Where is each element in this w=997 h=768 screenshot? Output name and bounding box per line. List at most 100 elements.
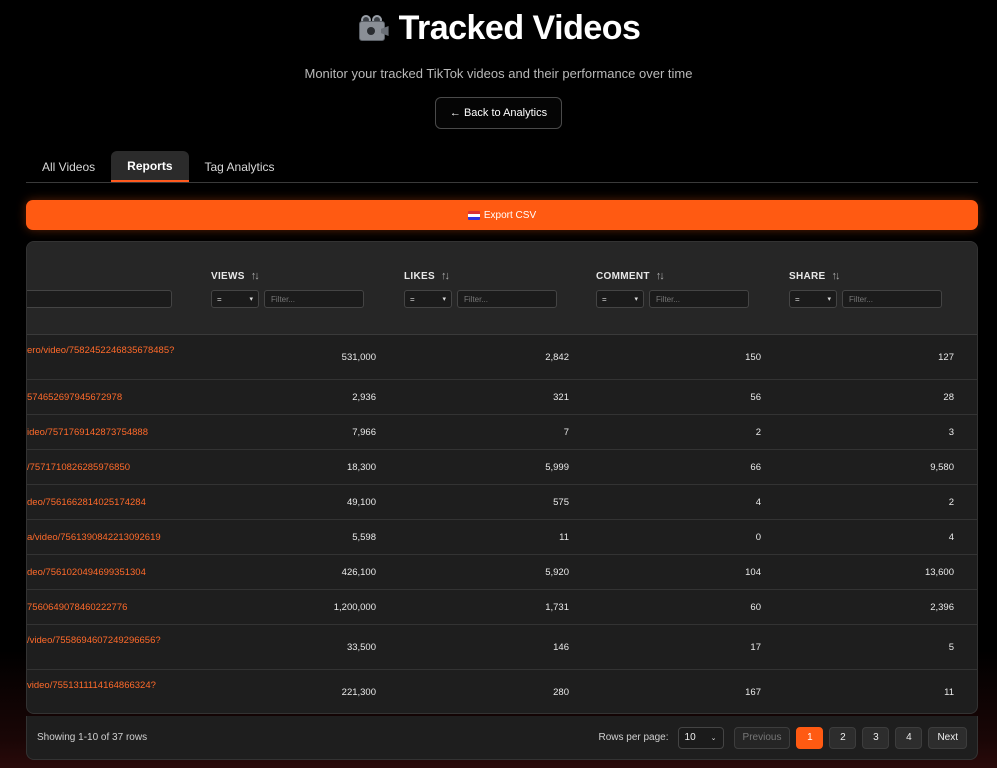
filter-operator-select[interactable]: = ▾ — [596, 290, 644, 308]
pagination-bar: Showing 1-10 of 37 rows Rows per page: 1… — [26, 716, 978, 760]
likes-cell: 5,999 — [545, 461, 569, 473]
comment-cell: 0 — [755, 531, 761, 543]
page-2-button[interactable]: 2 — [829, 726, 857, 749]
back-to-analytics-button[interactable]: ← Back to Analytics — [434, 97, 563, 129]
comment-cell: 66 — [750, 461, 761, 473]
page-header: Tracked Videos Monitor your tracked TikT… — [0, 0, 997, 129]
table-row: 574652697945672978 2,936 321 56 28 — [27, 380, 977, 415]
likes-cell: 5,920 — [545, 566, 569, 578]
share-cell: 3 — [948, 426, 954, 438]
views-cell: 531,000 — [341, 351, 376, 363]
filter-input-share[interactable]: Filter... — [842, 290, 942, 308]
share-cell: 9,580 — [930, 461, 954, 473]
views-cell: 426,100 — [341, 566, 376, 578]
tab-all-videos[interactable]: All Videos — [26, 151, 111, 182]
rows-per-page-value: 10 — [684, 732, 696, 743]
likes-cell: 1,731 — [545, 601, 569, 613]
filter-operator-value: = — [217, 294, 222, 304]
table-body: ero/video/7582452246835678485? 531,000 2,8… — [27, 335, 977, 713]
share-cell: 4 — [948, 531, 954, 543]
filter-input-likes[interactable]: Filter... — [457, 290, 557, 308]
likes-cell: 146 — [553, 641, 569, 653]
comment-cell: 60 — [750, 601, 761, 613]
page-3-button[interactable]: 3 — [862, 726, 890, 749]
filter-operator-value: = — [410, 294, 415, 304]
video-url-link[interactable]: /7571710826285976850 — [27, 462, 130, 473]
sort-icon[interactable]: ↑↓ — [656, 270, 665, 282]
likes-cell: 7 — [563, 426, 569, 438]
column-label: LIKES — [404, 270, 435, 282]
column-header-comment[interactable]: COMMENT ↑↓ — [596, 270, 665, 282]
filter-input-comment[interactable]: Filter... — [649, 290, 749, 308]
page-title: Tracked Videos — [398, 8, 641, 47]
video-url-link[interactable]: ero/video/7582452246835678485? — [27, 345, 174, 356]
export-csv-label: Export CSV — [483, 209, 537, 221]
filter-operator-select[interactable]: = ▾ — [211, 290, 259, 308]
share-cell: 2,396 — [930, 601, 954, 613]
likes-cell: 575 — [553, 496, 569, 508]
sort-icon[interactable]: ↑↓ — [832, 270, 841, 282]
likes-cell: 2,842 — [545, 351, 569, 363]
table-row: ero/video/7582452246835678485? 531,000 2,8… — [27, 335, 977, 380]
share-cell: 127 — [938, 351, 954, 363]
rows-per-page-label: Rows per page: — [598, 732, 669, 743]
column-header-likes[interactable]: LIKES ↑↓ — [404, 270, 450, 282]
share-cell: 2 — [948, 496, 954, 508]
video-camera-icon — [357, 13, 391, 43]
tab-tag-analytics[interactable]: Tag Analytics — [189, 151, 291, 182]
views-cell: 2,936 — [352, 391, 376, 403]
title-row: Tracked Videos — [0, 8, 997, 47]
column-label: VIEWS — [211, 270, 245, 282]
video-url-link[interactable]: 574652697945672978 — [27, 392, 122, 403]
filter-row-comment: = ▾ Filter... — [596, 290, 749, 308]
url-filter-input[interactable] — [27, 290, 172, 308]
next-page-button[interactable]: Next — [928, 726, 967, 749]
page-4-button[interactable]: 4 — [895, 726, 923, 749]
video-url-link[interactable]: deo/7561020494699351304 — [27, 567, 146, 578]
share-cell: 11 — [944, 686, 954, 698]
rows-showing-text: Showing 1-10 of 37 rows — [37, 732, 148, 743]
caret-down-icon: ▾ — [249, 296, 253, 303]
page-subtitle: Monitor your tracked TikTok videos and t… — [304, 66, 693, 81]
video-url-link[interactable]: a/video/7561390842213092619 — [27, 532, 161, 543]
chevron-down-icon: ⌄ — [710, 734, 717, 742]
likes-cell: 11 — [559, 531, 569, 543]
video-url-link[interactable]: /video/7558694607249296656? — [27, 635, 161, 646]
share-cell: 28 — [943, 391, 954, 403]
page-1-button[interactable]: 1 — [796, 726, 824, 749]
table-row: 7560649078460222776 1,200,000 1,731 60 2,396 — [27, 590, 977, 625]
filter-operator-select[interactable]: = ▾ — [404, 290, 452, 308]
table-row: video/7551311114164866324? 221,300 280 167 1… — [27, 670, 977, 713]
video-url-link[interactable]: deo/7561662814025174284 — [27, 497, 146, 508]
filter-input-views[interactable]: Filter... — [264, 290, 364, 308]
table-row: deo/7561662814025174284 49,100 575 4 2 — [27, 485, 977, 520]
video-url-link[interactable]: ideo/7571769142873754888 — [27, 427, 148, 438]
filter-operator-select[interactable]: = ▾ — [789, 290, 837, 308]
column-header-share[interactable]: SHARE ↑↓ — [789, 270, 841, 282]
reports-table: VIEWS ↑↓ = ▾ Filter... LIKES ↑↓ = ▾ Filter... COMM… — [26, 241, 978, 714]
sort-icon[interactable]: ↑↓ — [251, 270, 260, 282]
column-header-views[interactable]: VIEWS ↑↓ — [211, 270, 260, 282]
table-row: deo/7561020494699351304 426,100 5,920 104 13… — [27, 555, 977, 590]
table-row: ideo/7571769142873754888 7,966 7 2 3 — [27, 415, 977, 450]
table-header: VIEWS ↑↓ = ▾ Filter... LIKES ↑↓ = ▾ Filter... COMM… — [27, 242, 977, 335]
comment-cell: 150 — [745, 351, 761, 363]
previous-page-button[interactable]: Previous — [733, 726, 791, 749]
comment-cell: 167 — [745, 686, 761, 698]
views-cell: 33,500 — [346, 641, 376, 653]
filter-operator-value: = — [795, 294, 800, 304]
table-row: a/video/7561390842213092619 5,598 11 0 4 — [27, 520, 977, 555]
video-url-link[interactable]: 7560649078460222776 — [27, 602, 127, 613]
views-cell: 1,200,000 — [333, 601, 376, 613]
sort-icon[interactable]: ↑↓ — [441, 270, 450, 282]
tab-reports[interactable]: Reports — [111, 151, 189, 182]
filter-row-likes: = ▾ Filter... — [404, 290, 557, 308]
export-csv-button[interactable]: Export CSV — [26, 200, 978, 230]
rows-per-page-select[interactable]: 10 ⌄ — [677, 726, 724, 749]
video-url-link[interactable]: video/7551311114164866324? — [27, 680, 156, 691]
pagination-controls: Rows per page: 10 ⌄ Previous 1 2 3 4 Nex… — [598, 726, 967, 749]
views-cell: 7,966 — [352, 426, 376, 438]
comment-cell: 2 — [755, 426, 761, 438]
comment-cell: 4 — [755, 496, 761, 508]
filter-row-share: = ▾ Filter... — [789, 290, 942, 308]
